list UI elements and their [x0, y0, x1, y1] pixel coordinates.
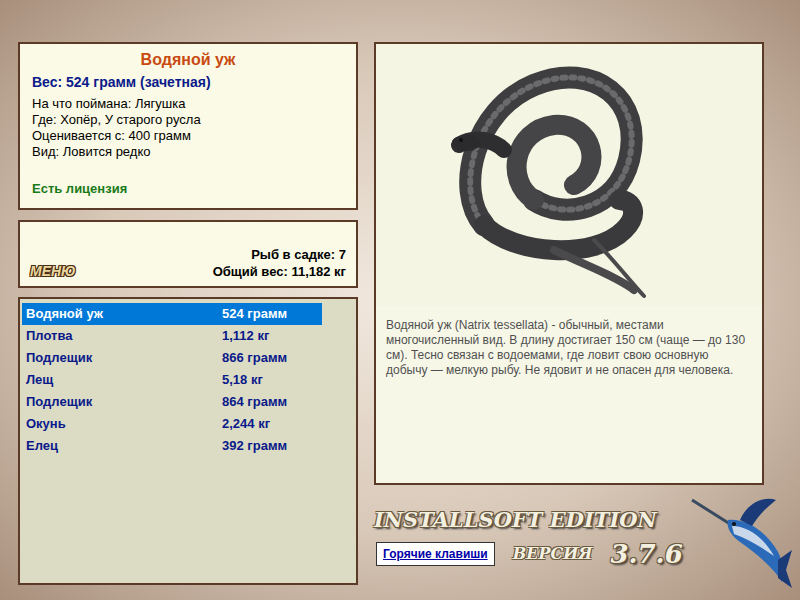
keepnet-panel: МЕНЮ Рыб в садке: 7 Общий вес: 11,182 кг — [18, 220, 358, 288]
description-box: Водяной уж (Natrix tessellata) - обычный… — [376, 306, 762, 483]
license-status: Есть лицензия — [32, 179, 344, 199]
fish-weight: 866 грамм — [222, 348, 287, 368]
fish-row[interactable]: Водяной уж524 грамм — [22, 303, 322, 325]
fish-weight: 1,112 кг — [222, 326, 269, 346]
keepnet-count: Рыб в садке: 7 — [251, 246, 346, 263]
catch-detail: Где: Хопёр, У старого русла — [32, 112, 344, 128]
game-screen: Водяной уж Вес: 524 грамм (зачетная) На … — [0, 0, 800, 600]
fish-weight: 524 грамм — [222, 304, 287, 324]
fish-description: Водяной уж (Natrix tessellata) - обычный… — [386, 318, 748, 378]
fish-name: Подлещик — [22, 392, 222, 412]
fish-row[interactable]: Подлещик864 грамм — [22, 391, 322, 413]
fish-row[interactable]: Елец392 грамм — [22, 435, 322, 457]
menu-button[interactable]: МЕНЮ — [30, 262, 76, 280]
fish-name: Елец — [22, 436, 222, 456]
fish-weight: 5,18 кг — [222, 370, 263, 390]
catch-detail: Оценивается с: 400 грамм — [32, 128, 344, 144]
fish-row[interactable]: Лещ5,18 кг — [22, 369, 322, 391]
version-number: 3.7.6 — [610, 539, 682, 569]
catch-panel: Водяной уж Вес: 524 грамм (зачетная) На … — [18, 42, 358, 210]
fish-list: Водяной уж524 граммПлотва1,112 кгПодлещи… — [22, 303, 322, 457]
fish-name: Водяной уж — [22, 304, 222, 324]
catch-detail: Вид: Ловится редко — [32, 144, 344, 160]
fish-row[interactable]: Окунь2,244 кг — [22, 413, 322, 435]
fish-weight: 864 грамм — [222, 392, 287, 412]
hotkeys-button[interactable]: Горячие клавиши — [376, 542, 495, 566]
catch-weight: Вес: 524 грамм (зачетная) — [32, 72, 344, 92]
snake-photo — [376, 44, 762, 306]
keepnet-info: Рыб в садке: 7 Общий вес: 11,182 кг — [213, 246, 346, 280]
fish-name: Плотва — [22, 326, 222, 346]
marlin-icon — [690, 490, 794, 590]
fish-list-panel: Водяной уж524 граммПлотва1,112 кгПодлещи… — [18, 297, 358, 585]
info-panel: Водяной уж (Natrix tessellata) - обычный… — [374, 42, 764, 485]
keepnet-total: Общий вес: 11,182 кг — [213, 263, 346, 280]
bottom-area: INSTALLSOFT EDITION Горячие клавиши ВЕРС… — [374, 485, 764, 600]
fish-name: Окунь — [22, 414, 222, 434]
catch-detail: На что поймана: Лягушка — [32, 96, 344, 112]
left-column: Водяной уж Вес: 524 грамм (зачетная) На … — [18, 42, 358, 600]
version-row: Горячие клавиши ВЕРСИЯ 3.7.6 — [374, 539, 764, 569]
catch-details: На что поймана: ЛягушкаГде: Хопёр, У ста… — [32, 96, 344, 160]
fish-name: Подлещик — [22, 348, 222, 368]
edition-logo: INSTALLSOFT EDITION — [374, 507, 764, 533]
snake-icon — [444, 50, 654, 300]
right-column: Водяной уж (Natrix tessellata) - обычный… — [374, 42, 764, 600]
fish-weight: 2,244 кг — [222, 414, 270, 434]
fish-name: Лещ — [22, 370, 222, 390]
fish-weight: 392 грамм — [222, 436, 287, 456]
catch-title: Водяной уж — [32, 50, 344, 70]
fish-row[interactable]: Плотва1,112 кг — [22, 325, 322, 347]
fish-row[interactable]: Подлещик866 грамм — [22, 347, 322, 369]
version-label: ВЕРСИЯ — [513, 542, 593, 566]
